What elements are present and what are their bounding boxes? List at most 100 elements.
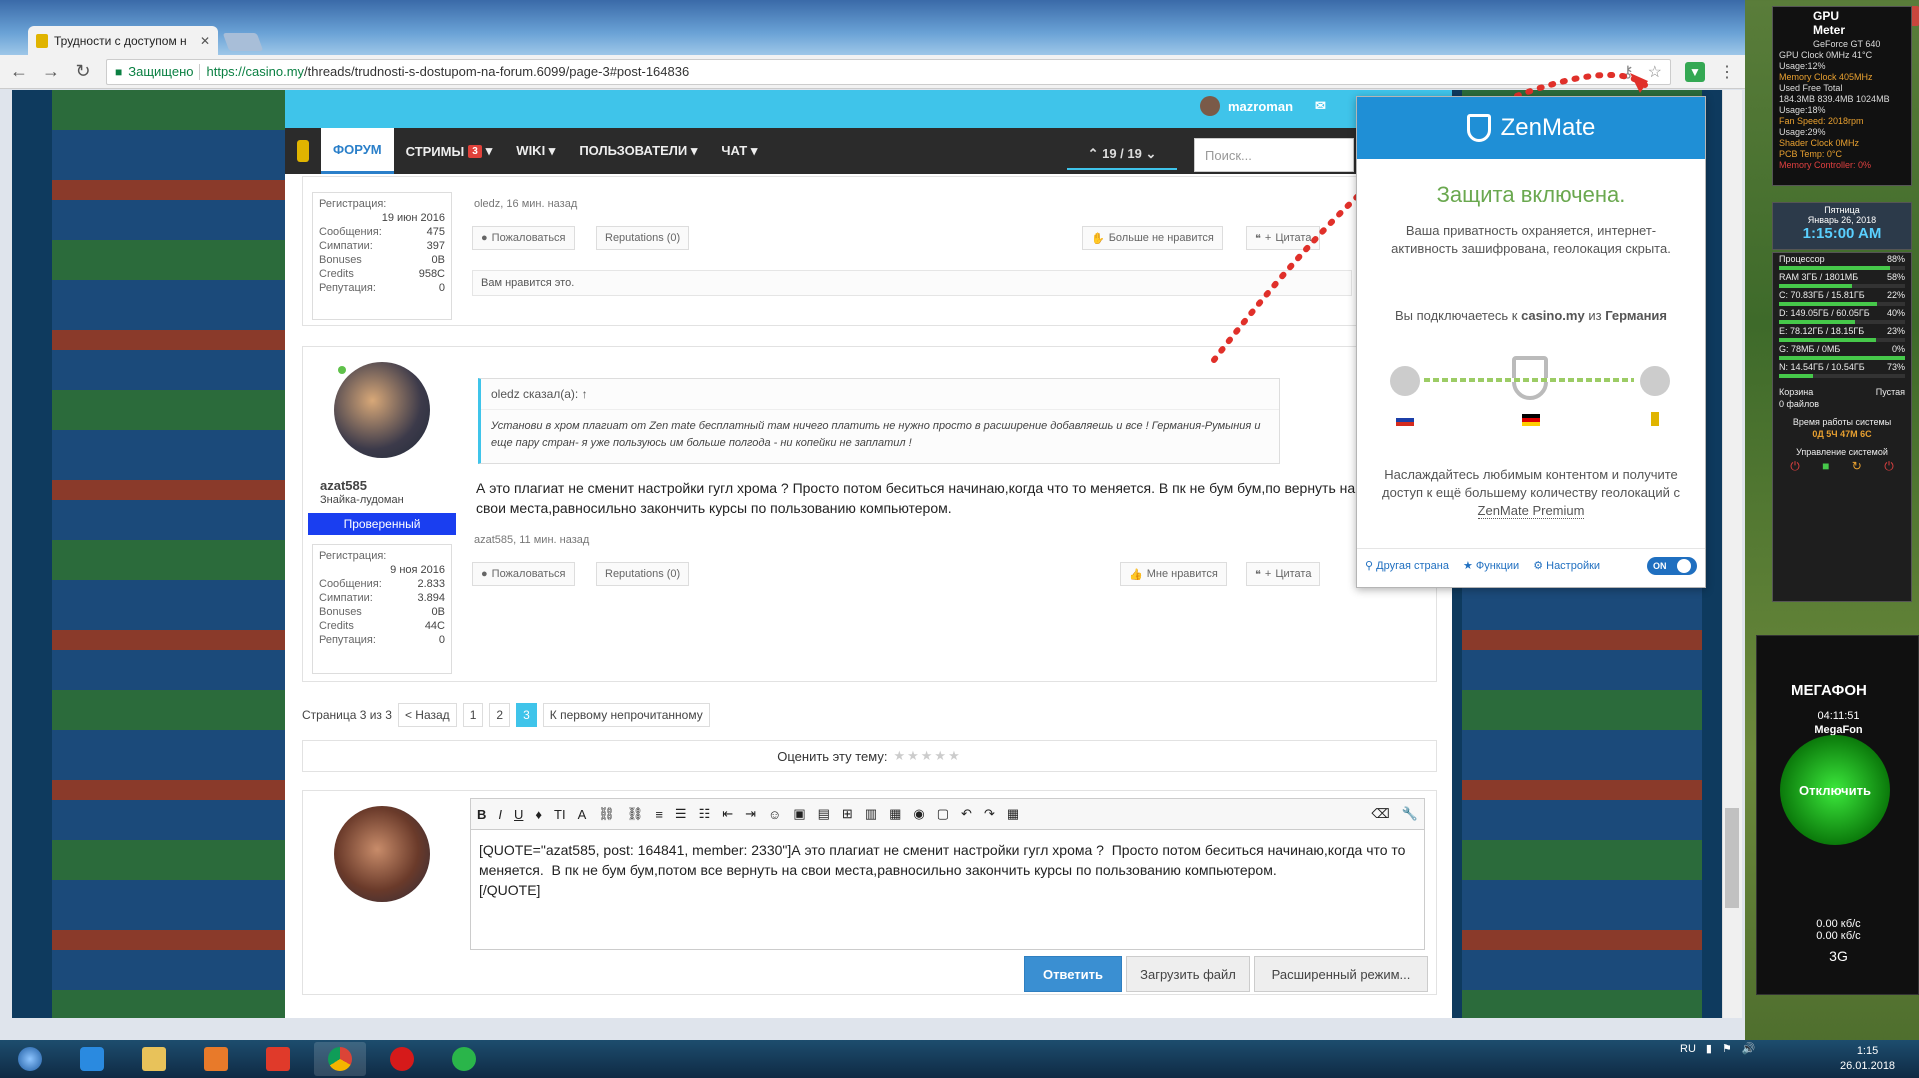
- volume-icon[interactable]: 🔊: [1742, 1042, 1756, 1055]
- nav-users[interactable]: ПОЛЬЗОВАТЕЛИ ▾: [567, 128, 709, 174]
- premium-link[interactable]: ZenMate Premium: [1477, 503, 1585, 519]
- quote-header[interactable]: oledz сказал(а): ↑: [481, 379, 1279, 410]
- taskbar-clock[interactable]: 1:15 26.01.2018: [1840, 1044, 1895, 1074]
- gpu-title: GPU Meter: [1813, 9, 1846, 37]
- italic-button[interactable]: I: [498, 807, 502, 822]
- prev-page-button[interactable]: < Назад: [397, 703, 457, 727]
- bold-button[interactable]: B: [477, 807, 486, 822]
- undo-button[interactable]: ↶: [961, 806, 972, 822]
- network-icon[interactable]: ▮: [1706, 1042, 1712, 1055]
- font-size-button[interactable]: TI: [554, 807, 566, 822]
- disk-e-bar: [1779, 338, 1905, 342]
- avatar-azat585[interactable]: [334, 362, 430, 458]
- reply-button[interactable]: Ответить: [1024, 956, 1122, 992]
- settings-button[interactable]: ⚙ Настройки: [1533, 559, 1600, 572]
- secure-label: Защищено: [128, 64, 194, 79]
- reload-icon[interactable]: ↻: [74, 61, 92, 82]
- link-button[interactable]: ⛓: [598, 806, 615, 822]
- stat-row: Сообщения: 475: [319, 226, 445, 238]
- language-indicator[interactable]: RU: [1680, 1043, 1696, 1055]
- bullet-list-button[interactable]: ☰: [675, 806, 687, 822]
- media-button[interactable]: ▤: [818, 806, 830, 822]
- taskbar-chrome[interactable]: [314, 1042, 366, 1076]
- nav-chat[interactable]: ЧАТ ▾: [709, 128, 769, 174]
- power-off-icon[interactable]: ⏻: [1790, 459, 1800, 474]
- browser-tab[interactable]: Трудности с доступом н ✕: [28, 26, 218, 56]
- rating-stars[interactable]: ★★★★★: [893, 748, 961, 764]
- page-2-button[interactable]: 2: [489, 703, 511, 727]
- taskbar-opera[interactable]: [376, 1042, 428, 1076]
- smilies-button[interactable]: ☺: [768, 807, 781, 822]
- taskbar-ie[interactable]: [66, 1042, 118, 1076]
- code-button[interactable]: ▦: [889, 806, 901, 822]
- start-button[interactable]: [4, 1042, 56, 1076]
- disk-c-bar: [1779, 302, 1905, 306]
- site-logo[interactable]: [285, 128, 321, 174]
- indent-button[interactable]: ⇥: [745, 806, 756, 822]
- color-button[interactable]: ♦: [535, 807, 542, 822]
- megafon-disconnect-button[interactable]: Отключить: [1780, 735, 1890, 845]
- recycle-bin[interactable]: Корзина Пустая: [1773, 386, 1911, 398]
- divider: [199, 63, 201, 80]
- spoiler-button[interactable]: ◉: [913, 806, 924, 822]
- restart-icon[interactable]: ↻: [1852, 459, 1862, 474]
- reputations-button[interactable]: Reputations (0): [596, 562, 690, 586]
- quote-button[interactable]: ❝ + Цитата: [1246, 562, 1321, 586]
- megafon-brand: МЕГАФОН: [1791, 682, 1867, 699]
- taskbar-yandex[interactable]: [252, 1042, 304, 1076]
- numbered-list-button[interactable]: ☷: [699, 806, 711, 822]
- username-azat585[interactable]: azat585: [320, 478, 367, 493]
- shutdown-icon[interactable]: ⏻: [1884, 459, 1894, 474]
- nav-wiki[interactable]: WIKI ▾: [504, 128, 567, 174]
- post-meta[interactable]: azat585, 11 мин. назад: [474, 534, 589, 546]
- thread-pager[interactable]: ⌃ 19 / 19 ⌄: [1067, 140, 1177, 170]
- page-1-button[interactable]: 1: [462, 703, 484, 727]
- reputations-button[interactable]: Reputations (0): [596, 226, 690, 250]
- font-button[interactable]: A: [578, 807, 587, 822]
- underline-button[interactable]: U: [514, 807, 523, 822]
- like-button[interactable]: 👍 Мне нравится: [1120, 562, 1227, 586]
- redo-button[interactable]: ↷: [984, 806, 995, 822]
- features-button[interactable]: ★ Функции: [1463, 559, 1519, 572]
- new-tab-button[interactable]: [222, 33, 264, 51]
- advanced-mode-button[interactable]: Расширенный режим...: [1254, 956, 1428, 992]
- lock-pc-icon[interactable]: ■: [1822, 459, 1829, 474]
- zenmate-extension-icon[interactable]: ▼: [1685, 61, 1705, 82]
- scrollbar-thumb[interactable]: [1725, 808, 1739, 908]
- report-button[interactable]: ● Пожаловаться: [472, 562, 575, 586]
- image-button[interactable]: ▣: [793, 806, 805, 822]
- rate-label: Оценить эту тему:: [777, 748, 888, 764]
- save-draft-button[interactable]: ▢: [937, 806, 949, 822]
- forward-icon[interactable]: →: [42, 61, 60, 82]
- align-button[interactable]: ≡: [655, 807, 663, 822]
- nav-forum[interactable]: ФОРУМ: [321, 128, 394, 174]
- taskbar-megafon[interactable]: [438, 1042, 490, 1076]
- unlink-button[interactable]: ⛓: [627, 806, 644, 822]
- editor-textarea[interactable]: [QUOTE="azat585, post: 164841, member: 2…: [470, 830, 1425, 950]
- post-meta[interactable]: oledz, 16 мин. назад: [474, 198, 577, 210]
- back-icon[interactable]: ←: [10, 61, 28, 82]
- flag-icon[interactable]: ⚑: [1722, 1042, 1732, 1055]
- thumb-up-icon: 👍: [1129, 568, 1143, 581]
- eraser-icon[interactable]: ⌫: [1371, 806, 1389, 822]
- nav-streams[interactable]: СТРИМЫ 3 ▾: [394, 128, 505, 174]
- vpn-toggle[interactable]: ON: [1647, 556, 1697, 575]
- table-button[interactable]: ▦: [1007, 806, 1019, 822]
- wrench-icon[interactable]: 🔧: [1402, 806, 1418, 822]
- report-button[interactable]: ● Пожаловаться: [472, 226, 575, 250]
- stat-row: Репутация: 0: [319, 282, 445, 294]
- change-country-button[interactable]: ⚲ Другая страна: [1365, 559, 1449, 572]
- taskbar-media[interactable]: [190, 1042, 242, 1076]
- taskbar-explorer[interactable]: [128, 1042, 180, 1076]
- disk-d-bar: [1779, 320, 1905, 324]
- stat-row: Симпатии: 397: [319, 240, 445, 252]
- outdent-button[interactable]: ⇤: [722, 806, 733, 822]
- quote-insert-button[interactable]: ▥: [865, 806, 877, 822]
- thumb-down-icon: ✋: [1091, 232, 1105, 245]
- menu-icon[interactable]: ⋮: [1719, 62, 1735, 82]
- insert-button[interactable]: ⊞: [842, 806, 853, 822]
- page-3-button[interactable]: 3: [516, 703, 537, 727]
- upload-file-button[interactable]: Загрузить файл: [1126, 956, 1250, 992]
- first-unread-button[interactable]: К первому непрочитанному: [542, 703, 710, 727]
- close-tab-icon[interactable]: ✕: [200, 34, 210, 48]
